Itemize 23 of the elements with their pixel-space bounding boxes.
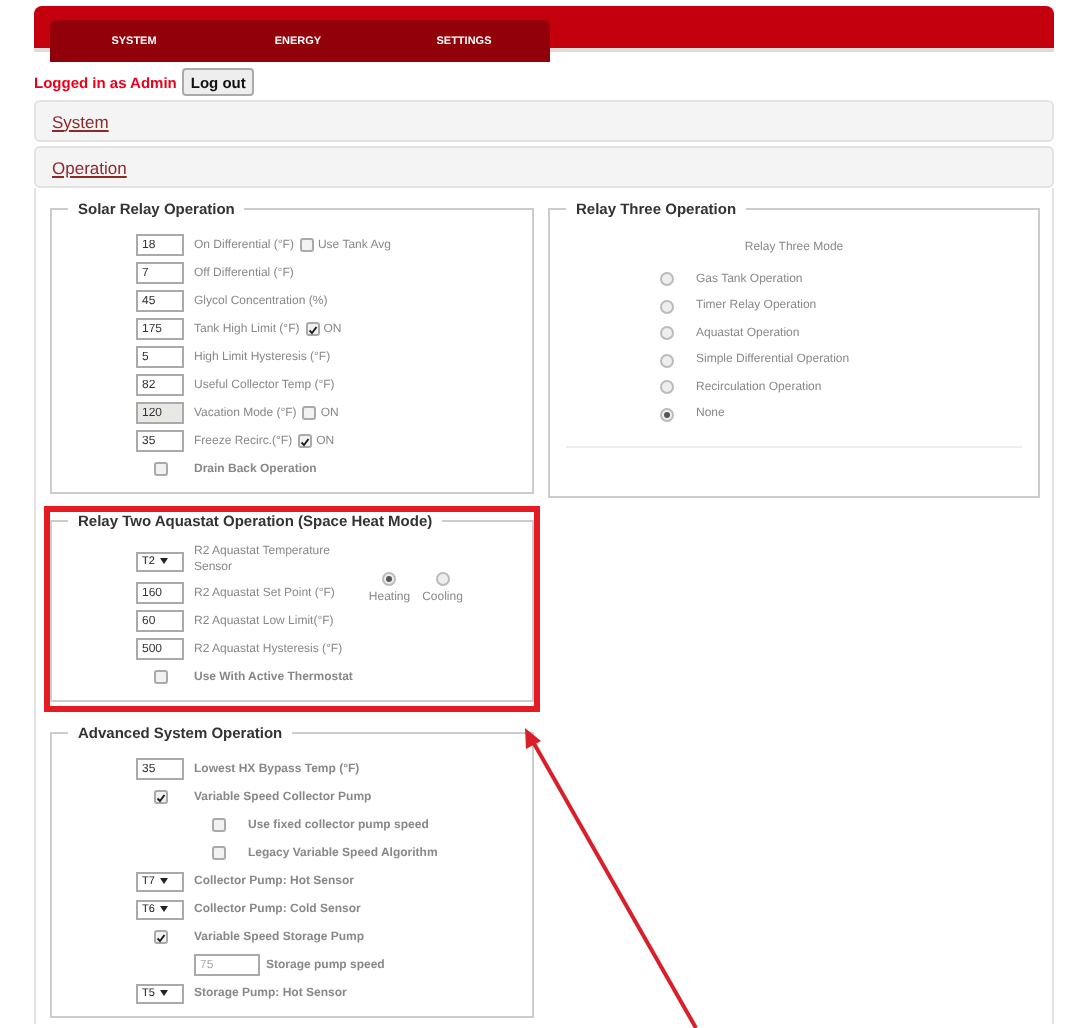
checkbox[interactable] bbox=[153, 930, 167, 944]
checkbox[interactable] bbox=[153, 670, 167, 684]
radio-button[interactable] bbox=[435, 572, 450, 586]
section-link[interactable]: System bbox=[52, 111, 109, 131]
checkbox[interactable] bbox=[153, 462, 167, 476]
radio-button[interactable] bbox=[382, 572, 397, 586]
radio-button[interactable] bbox=[660, 380, 674, 394]
checkbox[interactable] bbox=[153, 790, 167, 804]
radio-button[interactable] bbox=[660, 353, 674, 367]
radio-button[interactable] bbox=[660, 326, 674, 340]
radio-button[interactable] bbox=[660, 407, 674, 421]
caret-icon bbox=[160, 906, 169, 912]
checkbox[interactable] bbox=[211, 818, 225, 832]
caret-icon bbox=[160, 558, 169, 564]
checkbox[interactable] bbox=[298, 434, 313, 448]
section-link[interactable]: Operation bbox=[52, 157, 127, 177]
caret-icon bbox=[160, 990, 169, 996]
checkbox[interactable] bbox=[299, 238, 314, 252]
radio-button[interactable] bbox=[660, 272, 674, 286]
checkbox[interactable] bbox=[211, 846, 225, 860]
checkbox[interactable] bbox=[305, 322, 320, 336]
radio-button[interactable] bbox=[660, 299, 674, 313]
caret-icon bbox=[160, 878, 169, 884]
